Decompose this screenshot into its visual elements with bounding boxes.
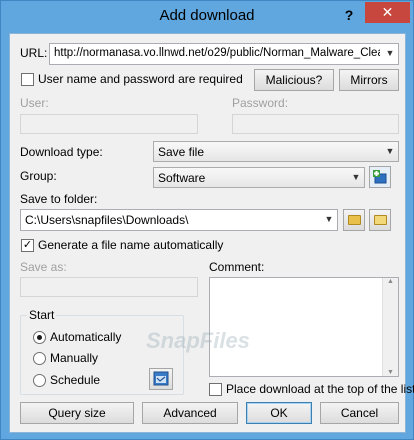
save-as-label: Save as: <box>20 260 67 274</box>
auth-required-checkbox[interactable] <box>21 73 34 86</box>
title-bar[interactable]: Add download ? ✕ <box>1 1 413 31</box>
save-folder-input[interactable]: C:\Users\snapfiles\Downloads\ <box>25 213 188 227</box>
user-input[interactable] <box>20 114 198 134</box>
generate-name-label: Generate a file name automatically <box>38 238 224 252</box>
generate-name-checkbox[interactable]: ✓ <box>21 239 34 252</box>
auth-required-label: User name and password are required <box>38 72 243 86</box>
save-folder-combo[interactable]: C:\Users\snapfiles\Downloads\ ▼ <box>20 209 338 231</box>
user-label: User: <box>20 96 49 110</box>
place-top-checkbox[interactable] <box>209 383 222 396</box>
mirrors-button[interactable]: Mirrors <box>339 69 399 91</box>
chevron-down-icon[interactable]: ▼ <box>348 168 364 187</box>
malicious-button[interactable]: Malicious? <box>254 69 334 91</box>
radio-manually[interactable] <box>33 352 46 365</box>
radio-schedule-label: Schedule <box>50 373 101 387</box>
close-button[interactable]: ✕ <box>365 2 410 23</box>
comment-label: Comment: <box>209 260 265 274</box>
comment-textarea[interactable] <box>209 277 399 377</box>
calendar-icon <box>153 371 169 386</box>
scroll-down-icon[interactable]: ▼ <box>383 369 398 376</box>
help-button[interactable]: ? <box>339 5 359 25</box>
cancel-button[interactable]: Cancel <box>320 402 399 424</box>
download-type-value: Save file <box>158 145 205 159</box>
dialog-body: URL: http://normanasa.vo.llnwd.net/o29/p… <box>9 33 414 433</box>
ok-button[interactable]: OK <box>246 402 312 424</box>
url-combo[interactable]: http://normanasa.vo.llnwd.net/o29/public… <box>49 43 399 65</box>
open-folder-icon <box>374 215 387 225</box>
group-value: Software <box>158 171 206 185</box>
open-folder-button[interactable] <box>369 209 391 231</box>
folder-icon <box>348 215 361 225</box>
schedule-button[interactable] <box>149 368 173 390</box>
radio-schedule[interactable] <box>33 374 46 387</box>
place-top-label: Place download at the top of the list <box>226 382 414 396</box>
radio-automatically[interactable] <box>33 331 46 344</box>
group-select[interactable]: Software ▼ <box>153 167 365 188</box>
chevron-down-icon[interactable]: ▼ <box>382 142 398 161</box>
save-as-input[interactable] <box>20 277 198 297</box>
browse-folder-button[interactable] <box>343 209 365 231</box>
url-input[interactable]: http://normanasa.vo.llnwd.net/o29/public… <box>54 47 380 59</box>
comment-scrollbar[interactable]: ▲ ▼ <box>382 278 398 376</box>
start-title: Start <box>27 308 57 322</box>
radio-automatically-label: Automatically <box>50 330 122 344</box>
url-label: URL: <box>20 46 48 60</box>
add-group-icon <box>373 170 387 184</box>
add-group-button[interactable] <box>369 166 391 188</box>
password-input[interactable] <box>232 114 399 134</box>
snapfiles-watermark: SnapFiles <box>146 328 250 353</box>
save-folder-label: Save to folder: <box>20 192 98 206</box>
add-download-window: Add download ? ✕ URL: http://normanasa.v… <box>0 0 414 440</box>
scroll-up-icon[interactable]: ▲ <box>383 278 398 285</box>
group-label: Group: <box>20 169 57 183</box>
advanced-button[interactable]: Advanced <box>142 402 238 424</box>
query-size-button[interactable]: Query size <box>20 402 134 424</box>
download-type-label: Download type: <box>20 145 103 159</box>
download-type-select[interactable]: Save file ▼ <box>153 141 399 162</box>
radio-manually-label: Manually <box>50 351 99 365</box>
chevron-down-icon[interactable]: ▼ <box>382 44 398 63</box>
password-label: Password: <box>232 96 289 110</box>
chevron-down-icon[interactable]: ▼ <box>321 210 337 229</box>
